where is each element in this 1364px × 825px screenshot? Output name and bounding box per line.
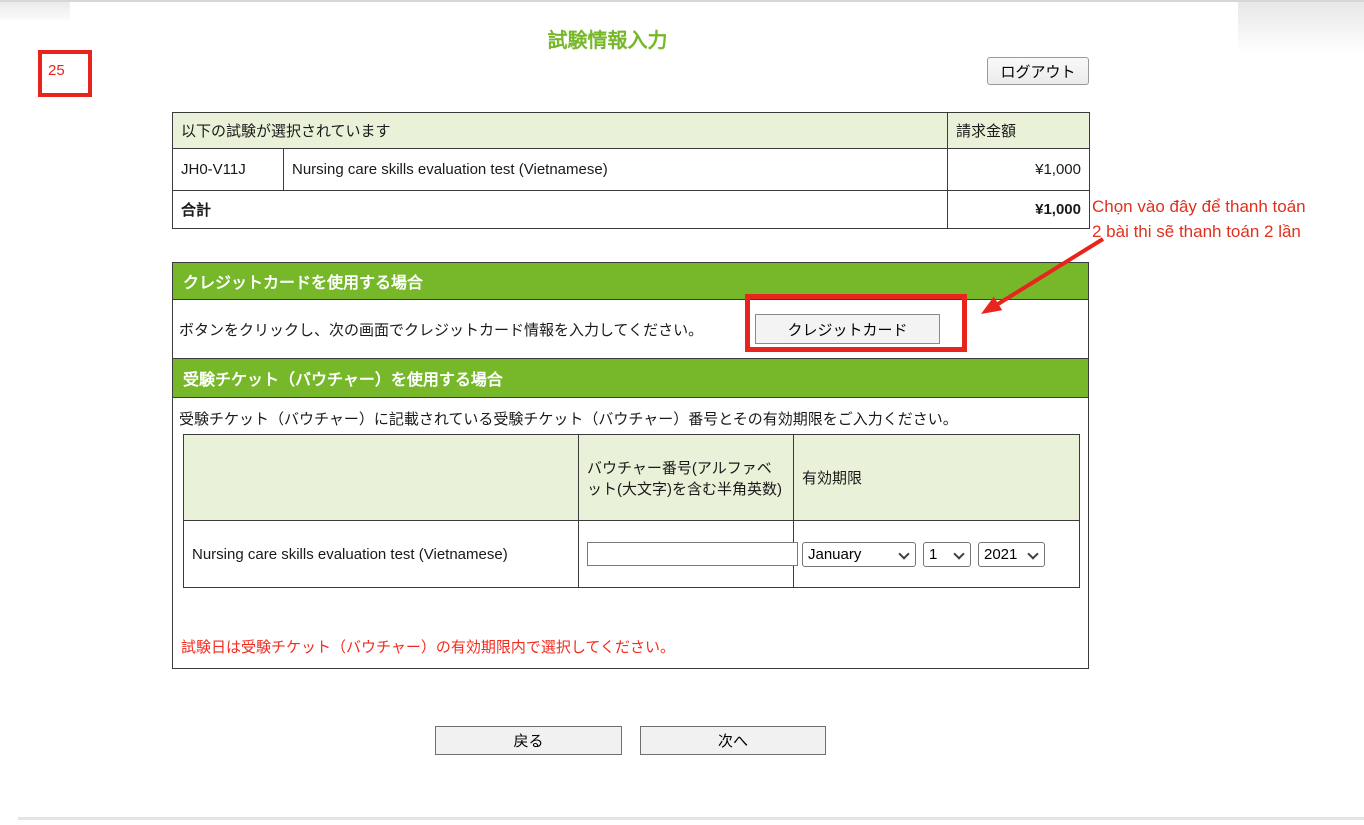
total-amount-cell: ¥1,000 bbox=[948, 191, 1090, 229]
credit-card-button[interactable]: クレジットカード bbox=[755, 314, 940, 344]
voucher-instruction: 受験チケット（バウチャー）に記載されている受験チケット（バウチャー）番号とその有… bbox=[179, 408, 958, 429]
voucher-number-header-cell: バウチャー番号(アルファベット(大文字)を含む半角英数) bbox=[579, 435, 794, 521]
expiry-day-select-wrap: 1 bbox=[923, 542, 971, 567]
voucher-exam-row: Nursing care skills evaluation test (Vie… bbox=[184, 521, 1080, 588]
voucher-exam-name-cell: Nursing care skills evaluation test (Vie… bbox=[184, 521, 579, 588]
credit-card-section-header: クレジットカードを使用する場合 bbox=[173, 263, 1088, 300]
expiry-month-select-wrap: January bbox=[802, 542, 916, 567]
payment-methods-panel: クレジットカードを使用する場合 ボタンをクリックし、次の画面でクレジットカード情… bbox=[172, 262, 1089, 669]
billing-amount-header-cell: 請求金額 bbox=[948, 113, 1090, 149]
expiry-year-select[interactable]: 2021 bbox=[979, 543, 1044, 566]
window-corner-left bbox=[0, 2, 70, 20]
annotation-number-box: 25 bbox=[38, 50, 92, 97]
voucher-number-cell bbox=[579, 521, 794, 588]
total-label-cell: 合計 bbox=[173, 191, 948, 229]
voucher-table: バウチャー番号(アルファベット(大文字)を含む半角英数) 有効期限 Nursin… bbox=[183, 434, 1080, 588]
expiry-month-select[interactable]: January bbox=[803, 543, 915, 566]
total-row: 合計 ¥1,000 bbox=[173, 191, 1090, 229]
annotation-note-line2: 2 bài thi sẽ thanh toán 2 lần bbox=[1092, 222, 1301, 242]
expiry-year-select-wrap: 2021 bbox=[978, 542, 1045, 567]
selected-exams-table: 以下の試験が選択されています 請求金額 JH0-V11J Nursing car… bbox=[172, 112, 1090, 229]
exam-code-cell: JH0-V11J bbox=[173, 149, 284, 191]
voucher-section-header: 受験チケット（バウチャー）を使用する場合 bbox=[173, 358, 1088, 398]
next-button[interactable]: 次へ bbox=[640, 726, 826, 755]
annotation-note-line1: Chọn vào đây để thanh toán bbox=[1092, 197, 1306, 217]
selected-exams-header-cell: 以下の試験が選択されています bbox=[173, 113, 948, 149]
page-title: 試験情報入力 bbox=[0, 24, 1215, 53]
exam-table-header-row: 以下の試験が選択されています 請求金額 bbox=[173, 113, 1090, 149]
exam-row: JH0-V11J Nursing care skills evaluation … bbox=[173, 149, 1090, 191]
logout-button[interactable]: ログアウト bbox=[987, 57, 1089, 85]
voucher-empty-header-cell bbox=[184, 435, 579, 521]
window-corner-right bbox=[1238, 2, 1364, 54]
voucher-warning-text: 試験日は受験チケット（バウチャー）の有効期限内で選択してください。 bbox=[181, 636, 675, 657]
expiry-day-select[interactable]: 1 bbox=[924, 543, 970, 566]
expiry-header-cell: 有効期限 bbox=[794, 435, 1080, 521]
exam-amount-cell: ¥1,000 bbox=[948, 149, 1090, 191]
credit-card-row: ボタンをクリックし、次の画面でクレジットカード情報を入力してください。 クレジッ… bbox=[173, 300, 1088, 358]
window-top-border bbox=[0, 0, 1364, 2]
back-button[interactable]: 戻る bbox=[435, 726, 622, 755]
footer-divider bbox=[18, 817, 1364, 820]
credit-card-instruction: ボタンをクリックし、次の画面でクレジットカード情報を入力してください。 bbox=[179, 319, 703, 340]
exam-name-cell: Nursing care skills evaluation test (Vie… bbox=[284, 149, 948, 191]
voucher-table-header-row: バウチャー番号(アルファベット(大文字)を含む半角英数) 有効期限 bbox=[184, 435, 1080, 521]
voucher-section-body: 受験チケット（バウチャー）に記載されている受験チケット（バウチャー）番号とその有… bbox=[173, 398, 1088, 668]
voucher-number-input[interactable] bbox=[587, 542, 798, 566]
expiry-cell: January 1 2021 bbox=[794, 521, 1080, 588]
